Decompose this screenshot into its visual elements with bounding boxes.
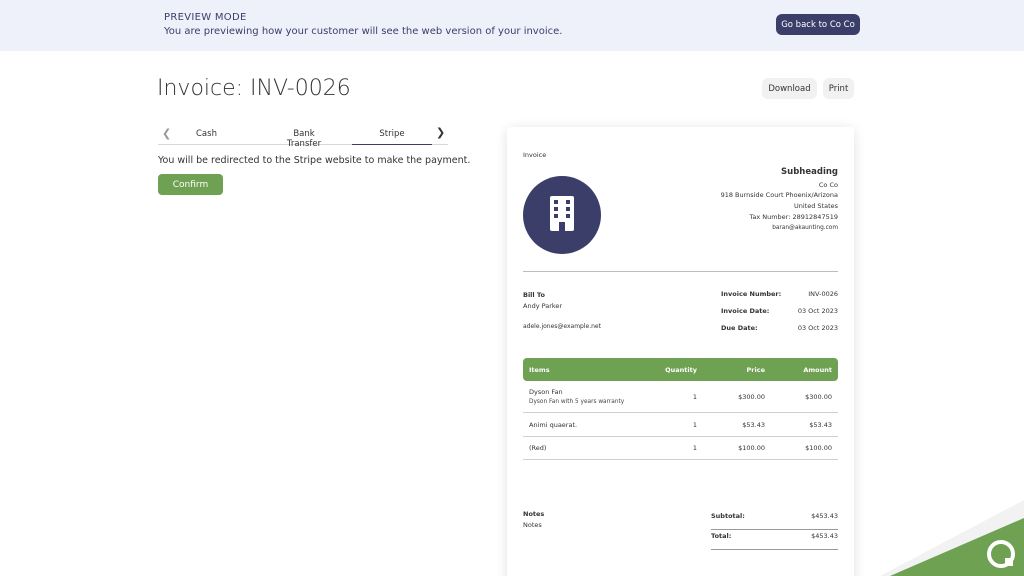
company-subheading: Subheading: [781, 167, 838, 177]
invoice-date-label: Invoice Date:: [721, 307, 770, 315]
item-name: Dyson Fan: [529, 388, 563, 396]
preview-mode-title: PREVIEW MODE: [164, 12, 247, 23]
company-logo: [523, 176, 601, 254]
item-amount: $300.00: [805, 393, 832, 401]
redirect-message: You will be redirected to the Stripe web…: [158, 155, 471, 166]
due-date-label: Due Date:: [721, 324, 758, 332]
chevron-right-icon[interactable]: ❯: [436, 126, 445, 139]
company-email: baran@akaunting.com: [772, 224, 838, 231]
column-quantity: Quantity: [665, 366, 697, 374]
notes-section: Notes Notes: [523, 509, 544, 531]
table-row: Animi quaerat. 1 $53.43 $53.43: [523, 413, 838, 437]
company-details: Subheading Co Co 918 Burnside Court Phoe…: [721, 167, 838, 233]
print-button[interactable]: Print: [823, 78, 854, 99]
items-table-header: Items Quantity Price Amount: [523, 358, 838, 381]
notes-heading: Notes: [523, 510, 545, 518]
item-amount: $53.43: [809, 421, 832, 429]
subtotal-value: $453.43: [811, 512, 838, 520]
preview-banner: PREVIEW MODE You are previewing how your…: [0, 0, 1024, 51]
notes-text: Notes: [523, 521, 542, 529]
item-quantity: 1: [692, 393, 697, 401]
page-title: Invoice: INV-0026: [157, 76, 351, 101]
tab-cash[interactable]: Cash: [196, 129, 217, 139]
invoice-number-label: Invoice Number:: [721, 290, 782, 298]
company-name: Co Co: [818, 180, 838, 189]
bill-to: Bill To Andy Parker: [523, 290, 562, 312]
totals-section: Subtotal: $453.43 Total: $453.43: [711, 510, 838, 550]
company-address: 918 Burnside Court Phoenix/Arizona: [720, 191, 838, 200]
preview-mode-text: You are previewing how your customer wil…: [164, 26, 563, 37]
item-price: $100.00: [738, 444, 765, 452]
customer-email: adele.jones@example.net: [523, 323, 601, 330]
customer-name: Andy Parker: [523, 302, 563, 310]
item-price: $300.00: [738, 393, 765, 401]
invoice-document: Invoice Subheading Co Co 918 Burnside Co…: [507, 127, 854, 576]
go-back-button[interactable]: Go back to Co Co: [776, 14, 860, 35]
item-amount: $100.00: [805, 444, 832, 452]
invoice-label: Invoice: [523, 151, 547, 159]
item-name: Animi quaerat.: [529, 421, 578, 429]
total-label: Total:: [711, 532, 732, 540]
total-value: $453.43: [811, 532, 838, 540]
building-icon: [550, 196, 574, 231]
column-amount: Amount: [803, 366, 832, 374]
confirm-button[interactable]: Confirm: [158, 174, 223, 195]
column-items: Items: [529, 366, 550, 374]
item-name: (Red): [529, 444, 547, 452]
tab-stripe[interactable]: Stripe: [352, 129, 432, 145]
corner-decoration: [880, 500, 1024, 576]
company-tax-number: Tax Number: 28912847519: [749, 212, 838, 221]
invoice-meta: Invoice Number: INV-0026 Invoice Date: 0…: [721, 290, 838, 341]
chevron-left-icon[interactable]: ❮: [162, 127, 171, 140]
tab-bank-transfer[interactable]: Bank Transfer: [275, 129, 333, 149]
subtotal-label: Subtotal:: [711, 512, 745, 520]
payment-method-tabs: ❮ Cash Bank Transfer Stripe: [158, 125, 448, 149]
column-price: Price: [746, 366, 765, 374]
company-country: United States: [793, 202, 838, 211]
invoice-date: 03 Oct 2023: [797, 307, 838, 315]
item-quantity: 1: [692, 444, 697, 452]
item-quantity: 1: [692, 421, 697, 429]
download-button[interactable]: Download: [762, 78, 817, 99]
table-row: Dyson Fan Dyson Fan with 5 years warrant…: [523, 381, 838, 413]
invoice-number: INV-0026: [808, 290, 838, 298]
item-price: $53.43: [742, 421, 765, 429]
table-row: (Red) 1 $100.00 $100.00: [523, 437, 838, 460]
divider: [523, 271, 838, 272]
bill-to-heading: Bill To: [523, 291, 545, 299]
item-description: Dyson Fan with 5 years warranty: [529, 399, 625, 405]
due-date: 03 Oct 2023: [797, 324, 838, 332]
